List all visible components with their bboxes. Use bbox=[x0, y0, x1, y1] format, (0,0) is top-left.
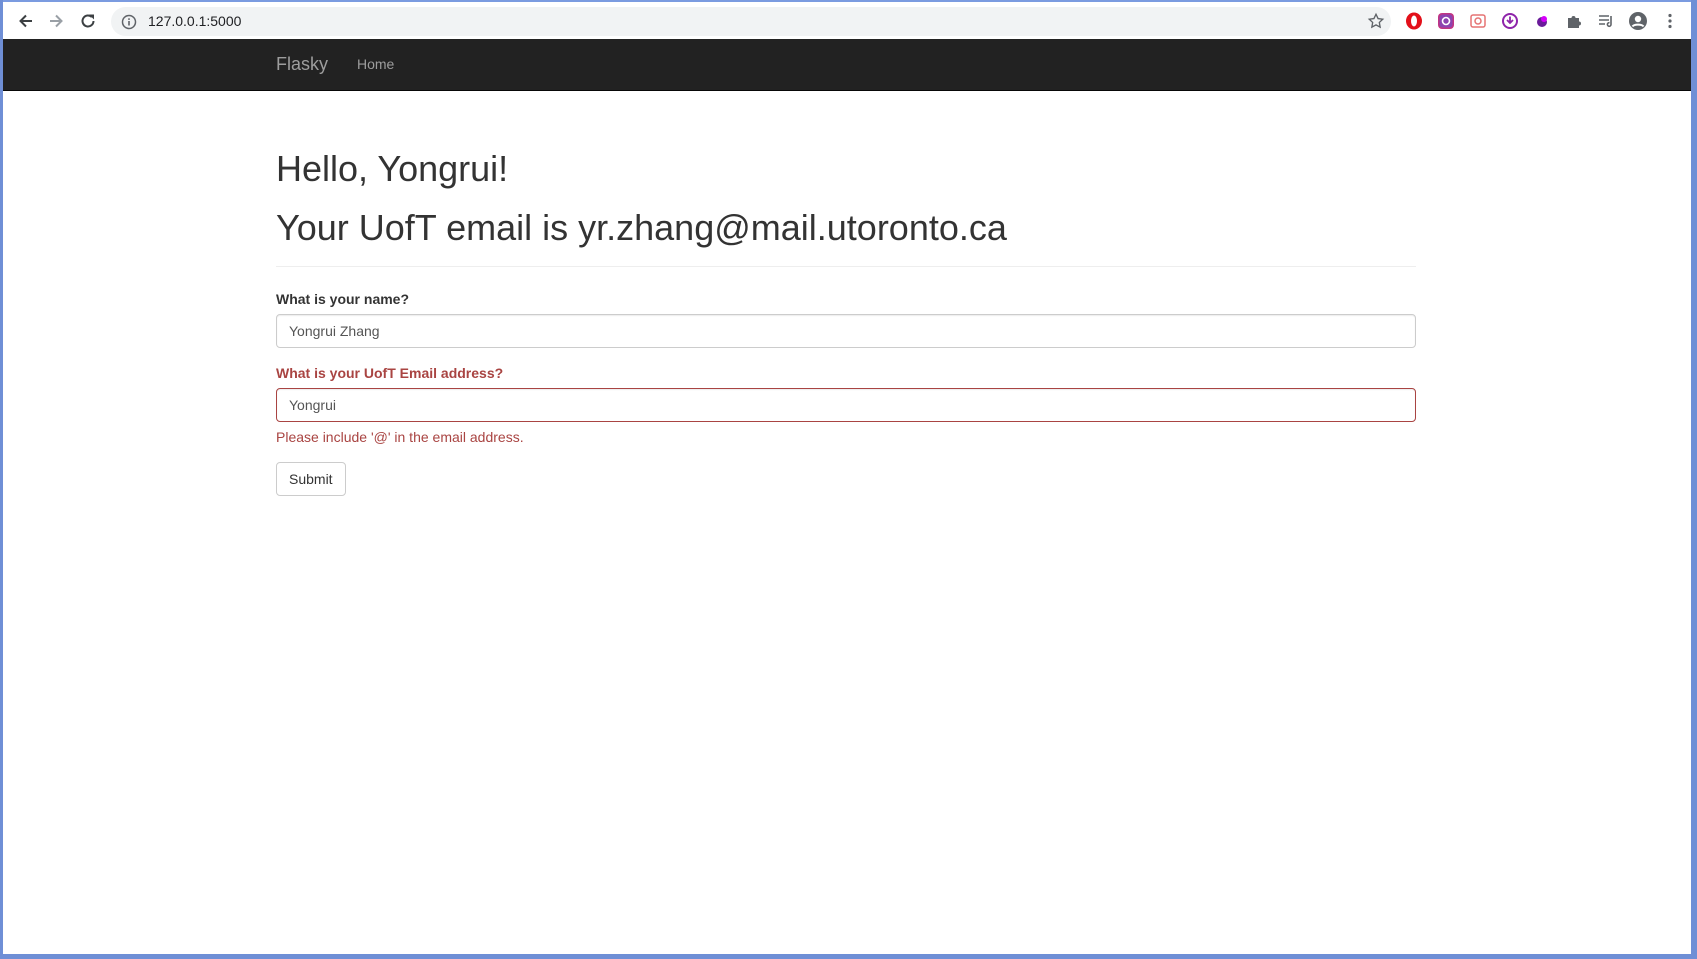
header-divider bbox=[276, 266, 1416, 267]
reload-icon bbox=[81, 14, 95, 28]
address-bar[interactable]: 127.0.0.1:5000 bbox=[111, 7, 1391, 36]
email-heading: Your UofT email is yr.zhang@mail.utoront… bbox=[276, 207, 1007, 248]
extension-download-icon[interactable] bbox=[1499, 10, 1521, 32]
menu-icon[interactable] bbox=[1659, 10, 1681, 32]
extension-screenshot-icon[interactable] bbox=[1467, 10, 1489, 32]
bookmark-star-icon[interactable] bbox=[1367, 12, 1385, 30]
navbar-brand[interactable]: Flasky bbox=[276, 54, 328, 75]
nav-link-home[interactable]: Home bbox=[357, 56, 394, 72]
name-field[interactable] bbox=[276, 314, 1416, 348]
name-label: What is your name? bbox=[276, 291, 410, 307]
extension-instagram-icon[interactable] bbox=[1435, 10, 1457, 32]
forward-icon bbox=[50, 14, 63, 28]
email-label: What is your UofT Email address? bbox=[276, 365, 504, 381]
back-button[interactable] bbox=[13, 8, 39, 34]
email-field[interactable] bbox=[276, 388, 1416, 422]
reload-button[interactable] bbox=[75, 8, 101, 34]
app-navbar: Flasky Home bbox=[3, 39, 1691, 91]
extension-purple-icon[interactable] bbox=[1531, 10, 1553, 32]
back-icon bbox=[19, 14, 32, 28]
forward-button[interactable] bbox=[43, 8, 69, 34]
profile-icon[interactable] bbox=[1627, 10, 1649, 32]
extension-opera-icon[interactable] bbox=[1403, 10, 1425, 32]
email-error-message: Please include '@' in the email address. bbox=[276, 429, 524, 445]
url-text[interactable]: 127.0.0.1:5000 bbox=[148, 13, 241, 29]
info-icon[interactable] bbox=[121, 14, 137, 30]
submit-button[interactable]: Submit bbox=[276, 462, 346, 496]
reading-list-icon[interactable] bbox=[1595, 10, 1617, 32]
greeting-heading: Hello, Yongrui! bbox=[276, 148, 509, 189]
extensions-puzzle-icon[interactable] bbox=[1563, 10, 1585, 32]
browser-window: 127.0.0.1:5000 Flasky Home Hello, Yongru… bbox=[3, 0, 1691, 954]
browser-toolbar: 127.0.0.1:5000 bbox=[3, 0, 1691, 39]
